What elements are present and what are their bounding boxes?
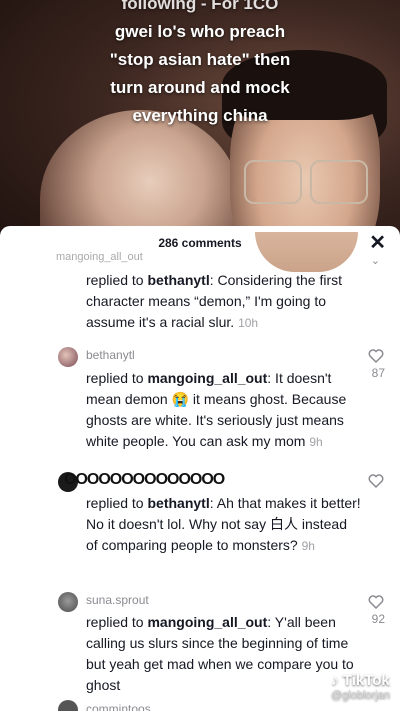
- comment-username[interactable]: commintoos: [86, 702, 151, 711]
- comment-username[interactable]: bethanytl: [86, 348, 135, 362]
- heart-icon[interactable]: [368, 473, 384, 489]
- heart-icon[interactable]: [368, 348, 384, 364]
- comment-username[interactable]: OOOOOOOOOOOOOO: [64, 471, 225, 489]
- reply-prefix: replied to: [86, 370, 144, 386]
- comment-time: 9h: [301, 539, 315, 553]
- comment-username[interactable]: suna.sprout: [86, 593, 149, 607]
- watermark-brand: TikTok: [342, 672, 390, 689]
- comment-body: replied to mangoing_all_out: Y'all been …: [86, 612, 362, 696]
- mention-link[interactable]: mangoing_all_out: [147, 370, 267, 386]
- comment-item: replied to bethanytl: Considering the fi…: [0, 270, 400, 344]
- chevron-down-icon[interactable]: ⌄: [371, 254, 380, 267]
- comment-time: 9h: [309, 435, 323, 449]
- comment-item: commintoos: [0, 700, 400, 711]
- caption-line: everything china: [132, 106, 268, 125]
- avatar[interactable]: [58, 592, 78, 612]
- caption-line: "stop asian hate" then: [109, 50, 291, 69]
- comments-list[interactable]: mangoing_all_out ⌄ replied to bethanytl:…: [0, 251, 400, 711]
- like-count: 87: [371, 366, 385, 380]
- comment-body: replied to bethanytl: Considering the fi…: [86, 270, 362, 334]
- watermark-handle: @globlorjan: [331, 689, 390, 701]
- mention-link[interactable]: bethanytl: [147, 272, 209, 288]
- caption-line: following - For 1CO: [121, 0, 279, 13]
- close-icon[interactable]: ✕: [369, 232, 386, 254]
- comments-sheet: 286 comments ✕ mangoing_all_out ⌄ replie…: [0, 226, 400, 711]
- avatar[interactable]: [58, 347, 78, 367]
- comment-time: 10h: [238, 316, 259, 330]
- mention-link[interactable]: mangoing_all_out: [147, 614, 267, 630]
- reply-prefix: replied to: [86, 614, 144, 630]
- comment-item: bethanytl 87 replied to mangoing_all_out…: [0, 344, 400, 469]
- heart-icon[interactable]: [368, 594, 384, 610]
- caption-line: turn around and mock: [110, 78, 290, 97]
- reply-prefix: replied to: [86, 495, 144, 511]
- video-caption: following - For 1CO gwei lo's who preach…: [0, 0, 400, 130]
- avatar[interactable]: [58, 700, 78, 711]
- caption-line: gwei lo's who preach: [114, 22, 286, 41]
- like-count: 92: [371, 612, 385, 626]
- mention-link[interactable]: bethanytl: [147, 495, 209, 511]
- tiktok-logo-icon: ♪: [331, 672, 339, 689]
- creator-glasses: [244, 160, 368, 204]
- video-background: following - For 1CO gwei lo's who preach…: [0, 0, 400, 260]
- comment-body: replied to mangoing_all_out: It doesn't …: [86, 368, 362, 453]
- comment-username: mangoing_all_out: [56, 251, 143, 263]
- reply-prefix: replied to: [86, 272, 144, 288]
- tiktok-watermark: ♪ TikTok @globlorjan: [331, 672, 390, 701]
- comment-item: OOOOOOOOOOOOOO replied to bethanytl: Ah …: [0, 469, 400, 590]
- comment-body: replied to bethanytl: Ah that makes it b…: [86, 493, 362, 557]
